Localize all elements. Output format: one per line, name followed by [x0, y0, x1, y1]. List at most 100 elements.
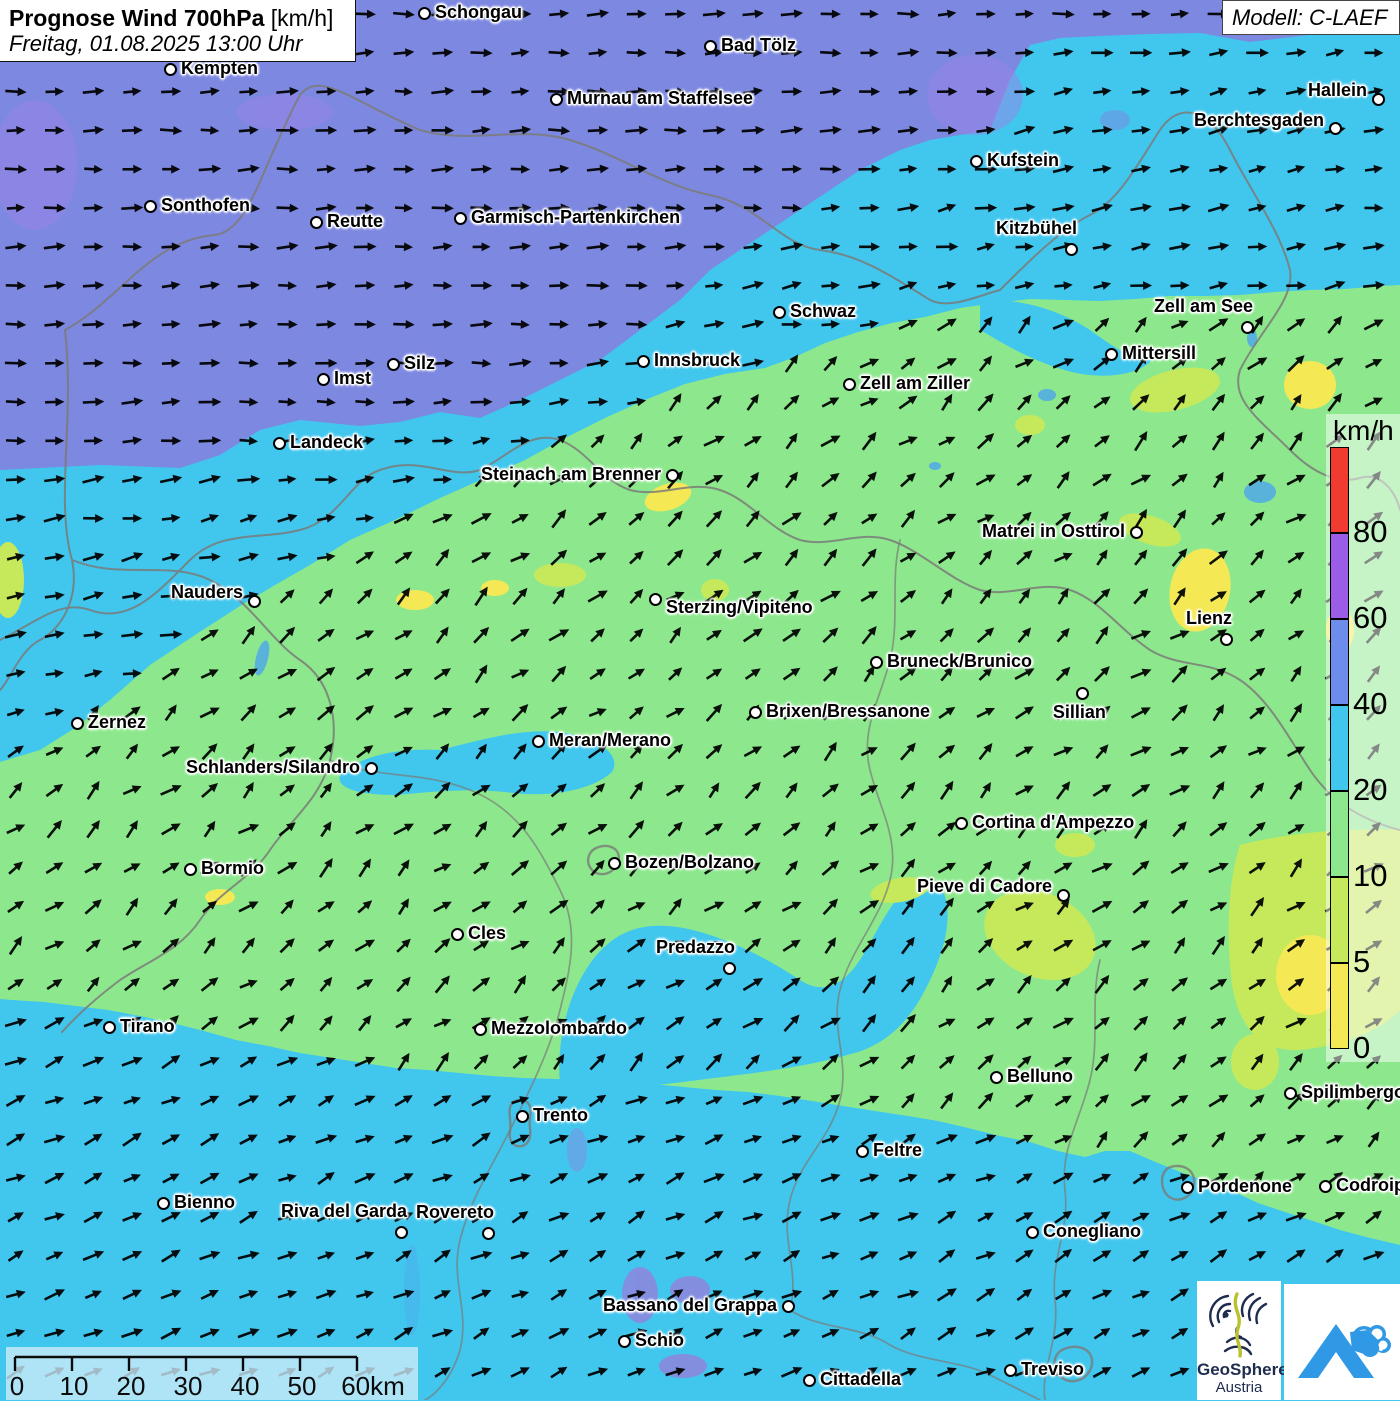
city-label: Codroipo [1336, 1175, 1400, 1195]
city-label: Hallein [1308, 80, 1367, 100]
city-label: Cles [468, 923, 506, 943]
city-marker [970, 155, 983, 168]
city-label: Bruneck/Brunico [887, 651, 1032, 671]
legend-segment-0-5 [1330, 963, 1349, 1049]
city-label: Matrei in Osttirol [982, 521, 1125, 541]
scale-label: 30 [174, 1372, 203, 1400]
mountain-cloud-icon [1290, 1290, 1394, 1394]
scale-label: 60km [341, 1372, 405, 1400]
city-marker [474, 1023, 487, 1036]
city-marker [649, 593, 662, 606]
page-title: Prognose Wind 700hPa [km/h] [9, 5, 346, 31]
city-label: Mittersill [1122, 343, 1196, 363]
city-marker [1105, 348, 1118, 361]
city-label: Treviso [1021, 1359, 1084, 1379]
city-marker [1130, 526, 1143, 539]
city-marker [803, 1374, 816, 1387]
geosphere-logo-text: GeoSphere [1197, 1361, 1281, 1379]
legend-tick-label: 20 [1353, 773, 1387, 807]
city-label: Berchtesgaden [1194, 110, 1324, 130]
city-marker [532, 735, 545, 748]
city-label: Cittadella [820, 1369, 901, 1389]
wind-speed-legend: km/h 806040201050 [1326, 414, 1400, 1062]
legend-color-bar [1330, 447, 1349, 1049]
city-marker [454, 212, 467, 225]
city-label: Reutte [327, 211, 383, 231]
city-label: Bienno [174, 1192, 235, 1212]
city-marker [1319, 1180, 1332, 1193]
city-label: Schongau [435, 2, 522, 22]
legend-segment-80+ [1330, 447, 1349, 533]
city-marker [843, 378, 856, 391]
city-label: Steinach am Brenner [481, 464, 661, 484]
city-label: Meran/Merano [549, 730, 671, 750]
city-label: Landeck [290, 432, 363, 452]
city-marker [773, 306, 786, 319]
city-label: Zell am See [1154, 296, 1253, 316]
city-label: Sterzing/Vipiteno [666, 597, 813, 617]
city-marker [273, 437, 286, 450]
city-marker [516, 1110, 529, 1123]
legend-segment-5-10 [1330, 877, 1349, 963]
city-label: Conegliano [1043, 1221, 1141, 1241]
city-label: Sonthofen [161, 195, 250, 215]
legend-tick-label: 40 [1353, 687, 1387, 721]
geosphere-logo-country: Austria [1197, 1379, 1281, 1396]
city-marker [1284, 1087, 1297, 1100]
city-label: Brixen/Bressanone [766, 701, 930, 721]
city-marker [1372, 93, 1385, 106]
legend-tick-label: 0 [1353, 1031, 1370, 1065]
city-marker [144, 200, 157, 213]
city-marker [870, 656, 883, 669]
city-marker [990, 1071, 1003, 1084]
scale-label: 10 [60, 1372, 89, 1400]
city-label: Rovereto [416, 1202, 494, 1222]
city-marker [782, 1300, 795, 1313]
city-marker [1076, 687, 1089, 700]
city-label: Pieve di Cadore [917, 876, 1052, 896]
scale-label: 0 [10, 1372, 24, 1400]
map-scale-bar: 0102030405060km [6, 1347, 418, 1400]
city-label: Bassano del Grappa [603, 1295, 777, 1315]
city-marker [1329, 122, 1342, 135]
title-unit: [km/h] [264, 5, 333, 31]
city-marker [482, 1227, 495, 1240]
title-main: Prognose Wind 700hPa [9, 5, 264, 31]
city-label: Garmisch-Partenkirchen [471, 207, 680, 227]
legend-segment-20-40 [1330, 705, 1349, 791]
city-marker [164, 63, 177, 76]
legend-tick-label: 5 [1353, 945, 1370, 979]
city-label: Pordenone [1198, 1176, 1292, 1196]
city-label: Predazzo [656, 937, 735, 957]
mountain-cloud-logo [1284, 1284, 1400, 1400]
city-label: Zernez [88, 712, 146, 732]
city-marker [71, 717, 84, 730]
legend-unit-label: km/h [1333, 415, 1394, 447]
city-label: Riva del Garda [281, 1201, 407, 1221]
legend-tick-label: 80 [1353, 515, 1387, 549]
city-marker [395, 1226, 408, 1239]
city-marker [955, 817, 968, 830]
city-label: Schwaz [790, 301, 856, 321]
city-marker [317, 373, 330, 386]
city-marker [749, 706, 762, 719]
legend-tick-label: 60 [1353, 601, 1387, 635]
city-marker [1057, 889, 1070, 902]
city-marker [608, 857, 621, 870]
city-label: Cortina d'Ampezzo [972, 812, 1134, 832]
legend-segment-40-60 [1330, 619, 1349, 705]
geosphere-logo: GeoSphere Austria [1197, 1281, 1281, 1400]
geosphere-logo-icon [1197, 1284, 1273, 1360]
city-marker [103, 1021, 116, 1034]
city-marker [157, 1197, 170, 1210]
city-marker [550, 93, 563, 106]
city-label: Silz [404, 353, 435, 373]
legend-segment-60-80 [1330, 533, 1349, 619]
legend-segment-10-20 [1330, 791, 1349, 877]
model-label: Modell: C-LAEF [1222, 0, 1400, 35]
city-label: Bozen/Bolzano [625, 852, 754, 872]
city-label: Mezzolombardo [491, 1018, 627, 1038]
city-marker [248, 595, 261, 608]
city-label: Feltre [873, 1140, 922, 1160]
city-marker [310, 216, 323, 229]
